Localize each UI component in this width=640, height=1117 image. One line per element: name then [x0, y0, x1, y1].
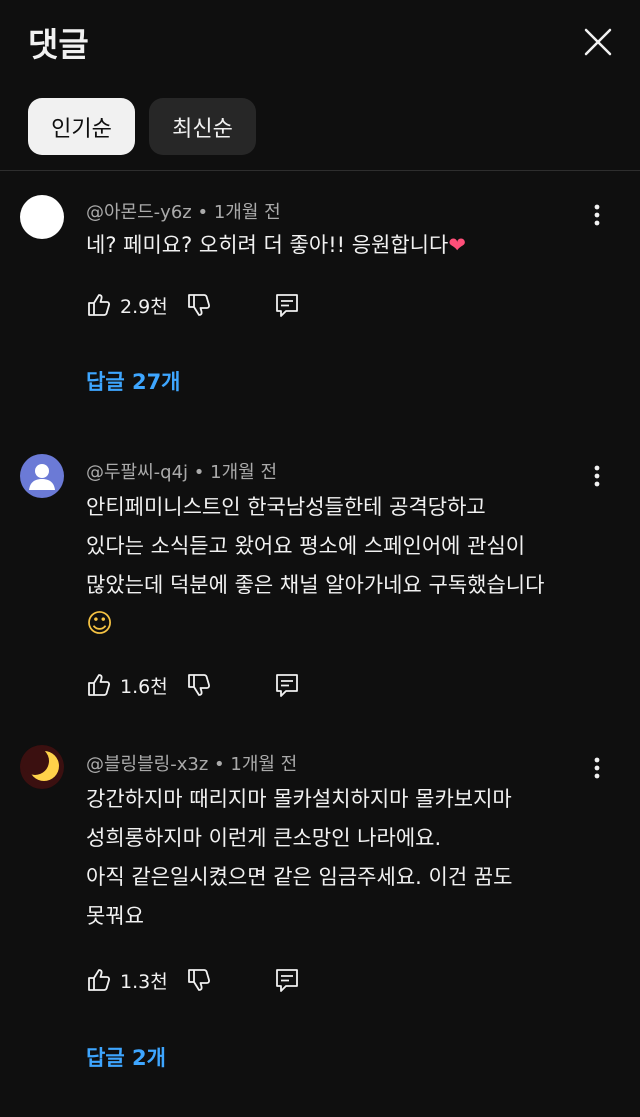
sort-latest-chip[interactable]: 최신순	[149, 98, 256, 155]
like-button[interactable]: 2.9천	[86, 287, 168, 323]
comment-item: @블링블링-x3z • 1개월 전 강간하지마 때리지마 몰카설치하지마 몰카보…	[0, 720, 640, 1110]
close-button[interactable]	[574, 18, 622, 66]
comment-author[interactable]: @블링블링-x3z	[86, 754, 208, 775]
dislike-button[interactable]	[186, 287, 212, 323]
comment-meta: @두팔씨-q4j • 1개월 전	[86, 458, 277, 484]
comment-item: @아몬드-y6z • 1개월 전 네? 페미요? 오히려 더 좋아!! 응원합니…	[0, 170, 640, 420]
like-count: 1.3천	[120, 970, 168, 993]
comment-author[interactable]: @아몬드-y6z	[86, 202, 192, 223]
meta-separator: •	[193, 462, 205, 483]
comment-line: 안티페미니스트인 한국남성들한테 공격당하고	[86, 495, 486, 519]
comment-actions: 1.3천	[86, 962, 326, 998]
comment-actions: 2.9천	[86, 287, 326, 323]
reply-comment-icon	[276, 294, 298, 317]
thumbs-up-icon	[88, 674, 111, 696]
reply-button[interactable]	[274, 667, 300, 703]
heart-emoji: ❤	[448, 233, 466, 257]
comment-line: 아직 같은일시켰으면 같은 임금주세요. 이건 꿈도	[86, 865, 513, 889]
comment-line: 성희롱하지마 이런게 큰소망인 나라에요.	[86, 826, 442, 850]
comment-line: 강간하지마 때리지마 몰카설치하지마 몰카보지마	[86, 787, 512, 811]
more-vert-icon	[594, 757, 600, 779]
thumbs-down-icon	[188, 294, 211, 316]
like-button[interactable]: 1.6천	[86, 667, 168, 703]
close-icon	[584, 28, 612, 56]
reply-comment-icon	[276, 674, 298, 697]
comment-time: 1개월 전	[210, 462, 278, 483]
avatar[interactable]	[20, 195, 64, 239]
comment-line: 있다는 소식듣고 왔어요 평소에 스페인어에 관심이	[86, 534, 526, 558]
thumbs-up-icon	[88, 969, 111, 991]
comments-header: 댓글 인기순 최신순	[0, 0, 640, 171]
dislike-button[interactable]	[186, 962, 212, 998]
like-button[interactable]: 1.3천	[86, 962, 168, 998]
thumbs-down-icon	[188, 969, 211, 991]
comment-author[interactable]: @두팔씨-q4j	[86, 462, 188, 483]
comment-meta: @아몬드-y6z • 1개월 전	[86, 198, 281, 224]
comment-text: 네? 페미요? 오히려 더 좋아!! 응원합니다❤	[86, 226, 606, 265]
more-options-button[interactable]	[582, 461, 612, 491]
meta-separator: •	[197, 202, 209, 223]
meta-separator: •	[214, 754, 225, 775]
comment-line: 많았는데 덕분에 좋은 채널 알아가네요 구독했습니다	[86, 573, 545, 597]
comment-line: 못꿔요	[86, 904, 144, 928]
thumbs-down-icon	[188, 674, 211, 696]
comment-text: 강간하지마 때리지마 몰카설치하지마 몰카보지마 성희롱하지마 이런게 큰소망인…	[86, 780, 606, 936]
replies-link[interactable]: 답글 2개	[86, 1042, 166, 1072]
more-options-button[interactable]	[582, 753, 612, 783]
smile-emoji: ☺	[86, 609, 114, 639]
avatar[interactable]	[20, 454, 64, 498]
comment-time: 1개월 전	[213, 202, 281, 223]
comment-text: 안티페미니스트인 한국남성들한테 공격당하고 있다는 소식듣고 왔어요 평소에 …	[86, 488, 606, 644]
reply-comment-icon	[276, 969, 298, 992]
reply-button[interactable]	[274, 962, 300, 998]
comment-time: 1개월 전	[230, 754, 298, 775]
like-count: 2.9천	[120, 295, 168, 318]
default-avatar-icon	[29, 464, 55, 490]
comment-actions: 1.6천	[86, 667, 326, 703]
comment-line: 네? 페미요? 오히려 더 좋아!! 응원합니다	[86, 233, 449, 257]
thumbs-up-icon	[88, 294, 111, 316]
reply-button[interactable]	[274, 287, 300, 323]
sort-popular-chip[interactable]: 인기순	[28, 98, 135, 155]
like-count: 1.6천	[120, 675, 168, 698]
panel-title: 댓글	[28, 25, 89, 64]
avatar[interactable]	[20, 745, 64, 789]
comment-item: @두팔씨-q4j • 1개월 전 안티페미니스트인 한국남성들한테 공격당하고 …	[0, 430, 640, 720]
replies-link[interactable]: 답글 27개	[86, 366, 181, 396]
comment-meta: @블링블링-x3z • 1개월 전	[86, 750, 297, 776]
dislike-button[interactable]	[186, 667, 212, 703]
more-vert-icon	[594, 465, 600, 487]
moon-avatar-icon	[20, 745, 64, 789]
